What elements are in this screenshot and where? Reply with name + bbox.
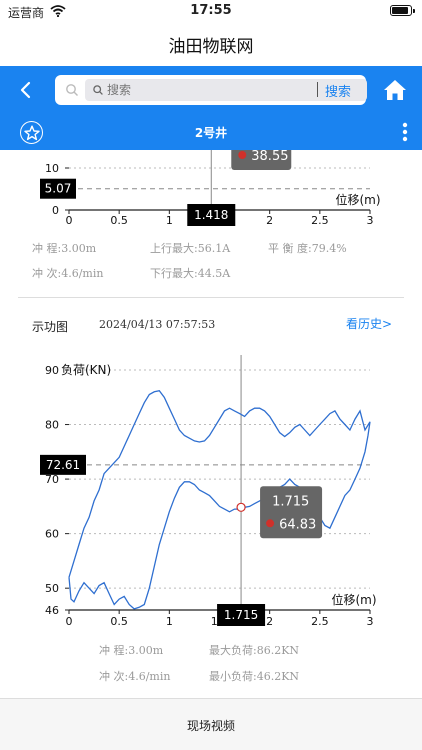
magnifier-icon [93, 85, 103, 95]
x-axis-title: 位移(m) [335, 192, 380, 207]
home-icon[interactable] [382, 77, 408, 103]
cursor-x-value: 1.715 [224, 608, 258, 622]
section-divider [18, 297, 404, 298]
well-name: 2号井 [194, 126, 228, 140]
x-tick-label: 1 [166, 214, 173, 227]
tooltip-marker [266, 519, 275, 528]
cursor-y-value: 72.61 [46, 458, 80, 472]
status-bar: 运营商 17:55 [0, 0, 422, 22]
y-tick-label: 90 [45, 364, 59, 377]
load-displacement-curve [68, 389, 371, 610]
live-video-button[interactable]: 现场视频 [0, 717, 422, 734]
strokes-per-minute: 冲 次:4.6/min [32, 267, 104, 280]
balance-degree: 平 衡 度:79.4% [268, 242, 347, 255]
dyno-strokes-per-minute: 冲 次:4.6/min [99, 670, 171, 683]
navigation-bar: 搜索 [0, 66, 422, 114]
y-tick-label: 50 [45, 582, 59, 595]
app-title: 油田物联网 [168, 37, 254, 57]
battery-icon [390, 5, 415, 16]
well-header: 2号井 [0, 114, 422, 150]
dyno-stroke-length: 冲 程:3.00m [99, 644, 164, 657]
x-tick-label: 2 [266, 615, 273, 628]
x-tick-label: 1 [166, 615, 173, 628]
selected-point-marker [236, 502, 246, 512]
tooltip-x-value: 1.715 [272, 494, 309, 509]
current-chart[interactable]: 00.511.522.53 010 38.55 5.07 1.418 位移(m) [0, 150, 422, 240]
up-max-current: 上行最大:56.1A [150, 242, 231, 255]
tooltip-y-value: 64.83 [279, 517, 316, 532]
clock: 17:55 [190, 3, 232, 18]
x-tick-label: 0 [66, 214, 73, 227]
x-tick-label: 2.5 [311, 615, 329, 628]
dyno-min-load: 最小负荷:46.2KN [209, 670, 300, 683]
down-max-current: 下行最大:44.5A [150, 267, 231, 280]
search-button[interactable]: 搜索 [325, 81, 351, 100]
y-tick-label: 10 [45, 162, 59, 175]
dyno-timestamp: 2024/04/13 07:57:53 [99, 318, 216, 331]
x-tick-label: 0 [66, 615, 73, 628]
x-axis-title: 位移(m) [331, 592, 376, 607]
y-tick-label: 60 [45, 528, 59, 541]
search-divider [317, 82, 318, 97]
x-tick-label: 3 [367, 214, 374, 227]
stroke-length: 冲 程:3.00m [32, 242, 97, 255]
search-icon [66, 84, 78, 96]
back-arrow-icon[interactable] [14, 78, 38, 102]
x-tick-label: 3 [367, 615, 374, 628]
dyno-section-title: 示功图 [32, 320, 69, 334]
cursor-y-value: 5.07 [45, 182, 72, 196]
tooltip-value: 38.55 [251, 150, 288, 164]
y-tick-label: 46 [45, 604, 59, 617]
x-tick-label: 0.5 [110, 214, 128, 227]
y-tick-label: 80 [45, 419, 59, 432]
x-tick-label: 0.5 [110, 615, 128, 628]
y-tick-label: 70 [45, 473, 59, 486]
history-link[interactable]: 看历史> [346, 315, 392, 332]
x-tick-label: 2 [266, 214, 273, 227]
bottom-bar: 现场视频 [0, 698, 422, 750]
dyno-max-load: 最大负荷:86.2KN [209, 644, 300, 657]
content-scroll[interactable]: 00.511.522.53 010 38.55 5.07 1.418 位移(m)… [0, 150, 422, 698]
x-tick-label: 2.5 [311, 214, 329, 227]
cursor-x-value: 1.418 [194, 208, 228, 222]
y-tick-label: 0 [52, 204, 59, 217]
search-box: 搜索 [55, 75, 367, 105]
search-input[interactable] [107, 79, 297, 101]
dynamometer-chart[interactable]: 00.511.522.53 465060708090 负荷(KN) 位移(m) … [0, 355, 422, 630]
more-options-icon[interactable] [402, 122, 408, 142]
y-axis-title: 负荷(KN) [61, 363, 111, 377]
tooltip-marker [238, 151, 247, 159]
